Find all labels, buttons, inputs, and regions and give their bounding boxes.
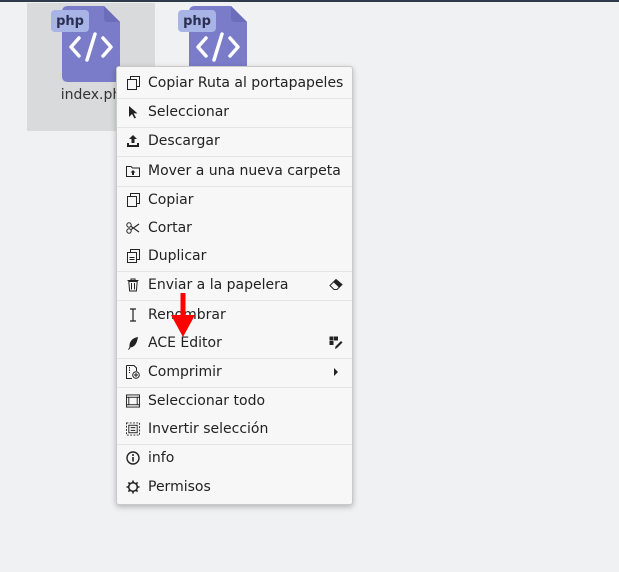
menu-item-label: Copiar Ruta al portapapeles [148, 75, 344, 91]
select-all-icon [126, 394, 140, 408]
trash-icon [126, 278, 140, 292]
menu-item-trash[interactable]: Enviar a la papelera [117, 271, 352, 299]
context-menu: Copiar Ruta al portapapeles Seleccionar … [116, 66, 353, 505]
file-type-badge: php [178, 10, 216, 32]
menu-item-compress[interactable]: Comprimir [117, 358, 352, 386]
menu-item-download[interactable]: Descargar [117, 127, 352, 155]
top-border [0, 0, 619, 2]
menu-item-rename[interactable]: Renombrar [117, 301, 352, 329]
move-folder-icon [126, 164, 140, 178]
menu-item-ace-editor[interactable]: ACE Editor [117, 329, 352, 357]
duplicate-icon [126, 249, 140, 263]
cursor-icon [126, 105, 140, 119]
download-icon [126, 134, 140, 148]
menu-item-cut[interactable]: Cortar [117, 214, 352, 242]
file-type-badge: php [51, 10, 89, 32]
menu-item-label: Mover a una nueva carpeta [148, 163, 341, 179]
menu-item-label: Cortar [148, 220, 192, 236]
copy-path-icon [126, 76, 140, 90]
menu-item-select-all[interactable]: Seleccionar todo [117, 387, 352, 415]
menu-item-duplicate[interactable]: Duplicar [117, 242, 352, 270]
menu-item-copy-path[interactable]: Copiar Ruta al portapapeles [117, 69, 352, 97]
menu-item-permissions[interactable]: Permisos [117, 473, 352, 501]
menu-item-copy[interactable]: Copiar [117, 186, 352, 214]
menu-item-invert-selection[interactable]: Invertir selección [117, 415, 352, 443]
menu-item-label: Descargar [148, 133, 220, 149]
red-arrow-annotation [171, 293, 195, 337]
menu-item-label: Invertir selección [148, 421, 269, 437]
menu-item-label: Comprimir [148, 364, 222, 380]
menu-item-info[interactable]: info [117, 444, 352, 472]
submenu-arrow-icon [329, 365, 343, 379]
menu-item-label: Copiar [148, 192, 194, 208]
info-icon [126, 451, 140, 465]
eraser-icon [329, 278, 343, 292]
invert-selection-icon [126, 422, 140, 436]
menu-item-select[interactable]: Seleccionar [117, 98, 352, 126]
menu-item-label: Seleccionar [148, 104, 230, 120]
menu-item-label: Enviar a la papelera [148, 277, 289, 293]
scissors-icon [126, 221, 140, 235]
text-cursor-icon [126, 308, 140, 322]
menu-item-label: Seleccionar todo [148, 393, 266, 409]
menu-item-move-to-folder[interactable]: Mover a una nueva carpeta [117, 157, 352, 185]
menu-item-label: info [148, 450, 175, 466]
menu-item-label: Duplicar [148, 248, 207, 264]
grid-edit-icon [329, 336, 343, 350]
menu-item-label: Permisos [148, 479, 211, 495]
feather-icon [126, 336, 140, 350]
gear-icon [126, 480, 140, 494]
copy-icon [126, 193, 140, 207]
compress-icon [126, 365, 140, 379]
